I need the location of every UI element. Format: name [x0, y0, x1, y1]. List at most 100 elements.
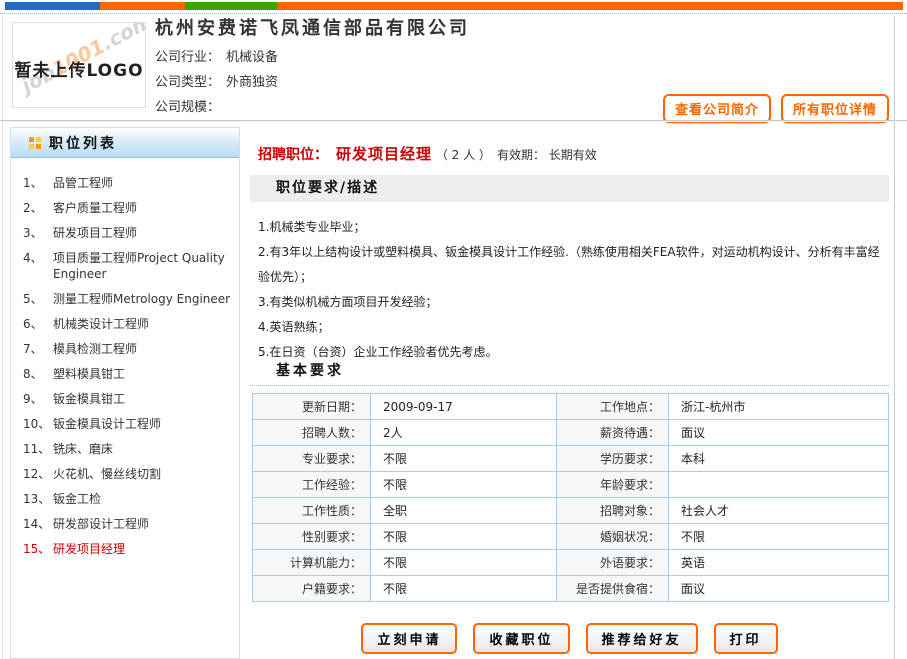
- table-row: 招聘人数： 2人 薪资待遇： 面议: [253, 420, 889, 446]
- description-line: 1.机械类专业毕业；: [258, 215, 880, 240]
- action-buttons: 立刻申请 收藏职位 推荐给好友 打印: [250, 623, 889, 654]
- description-line: 5.在日资（台资）企业工作经验者优先考虑。: [258, 340, 880, 365]
- major-value: 不限: [371, 446, 557, 472]
- top-color-bar: [5, 2, 903, 10]
- header-divider: [0, 120, 907, 122]
- basic-requirements-title: 基本要求: [276, 360, 344, 380]
- recruit-target-label: 招聘对象：: [557, 498, 669, 524]
- company-name: 杭州安费诺飞凤通信部品有限公司: [155, 14, 470, 40]
- job-header-line: 招聘职位： 研发项目经理 （ 2 人 ） 有效期： 长期有效: [258, 143, 597, 164]
- education-value: 本科: [669, 446, 889, 472]
- all-jobs-detail-button[interactable]: 所有职位详情: [781, 94, 889, 123]
- sidebar-job-item-9[interactable]: 9、钣金模具钳工: [23, 387, 233, 412]
- job-list-sidebar: 职位列表 1、品管工程师 2、客户质量工程师 3、研发项目工程师 4、项目质量工…: [10, 127, 240, 659]
- apply-now-button[interactable]: 立刻申请: [361, 623, 457, 654]
- sidebar-job-item-12[interactable]: 12、火花机、慢丝线切割: [23, 462, 233, 487]
- company-size-row: 公司规模：: [155, 96, 226, 115]
- experience-label: 工作经验：: [253, 472, 371, 498]
- update-date-label: 更新日期：: [253, 394, 371, 420]
- sidebar-job-item-10[interactable]: 10、钣金模具设计工程师: [23, 412, 233, 437]
- job-requirements-section-title: 职位要求/描述: [250, 175, 889, 202]
- major-label: 专业要求：: [253, 446, 371, 472]
- job-headcount: （ 2 人 ）: [436, 148, 491, 162]
- job-nature-label: 工作性质：: [253, 498, 371, 524]
- marital-label: 婚姻状况：: [557, 524, 669, 550]
- table-row: 专业要求： 不限 学历要求： 本科: [253, 446, 889, 472]
- table-row: 更新日期： 2009-09-17 工作地点： 浙江-杭州市: [253, 394, 889, 420]
- work-location-label: 工作地点：: [557, 394, 669, 420]
- update-date-value: 2009-09-17: [371, 394, 557, 420]
- salary-value: 面议: [669, 420, 889, 446]
- recommend-friend-button[interactable]: 推荐给好友: [586, 623, 698, 654]
- description-line: 3.有类似机械方面项目开发经验；: [258, 290, 880, 315]
- gender-value: 不限: [371, 524, 557, 550]
- sidebar-job-item-1[interactable]: 1、品管工程师: [23, 171, 233, 196]
- foreign-language-label: 外语要求：: [557, 550, 669, 576]
- company-type-label: 公司类型：: [155, 75, 220, 90]
- table-row: 户籍要求： 不限 是否提供食宿： 面议: [253, 576, 889, 602]
- company-type-value: 外商独资: [226, 75, 278, 90]
- gender-label: 性别要求：: [253, 524, 371, 550]
- residency-value: 不限: [371, 576, 557, 602]
- age-label: 年龄要求：: [557, 472, 669, 498]
- validity-label: 有效期：: [497, 148, 545, 162]
- table-row: 性别要求： 不限 婚姻状况： 不限: [253, 524, 889, 550]
- experience-value: 不限: [371, 472, 557, 498]
- view-company-intro-button[interactable]: 查看公司简介: [663, 94, 771, 123]
- topbar-orange-segment: [100, 2, 185, 10]
- table-row: 工作经验： 不限 年龄要求：: [253, 472, 889, 498]
- recruit-position-label: 招聘职位：: [258, 147, 328, 163]
- company-industry-row: 公司行业： 机械设备: [155, 46, 278, 65]
- recruit-target-value: 社会人才: [669, 498, 889, 524]
- sidebar-job-item-8[interactable]: 8、塑料模具钳工: [23, 362, 233, 387]
- job-list-header: 职位列表: [11, 128, 239, 158]
- sidebar-job-item-15-active[interactable]: 15、研发项目经理: [23, 537, 233, 562]
- job-description: 1.机械类专业毕业； 2.有3年以上结构设计或塑料模具、钣金模具设计工作经验.（…: [258, 215, 880, 365]
- job-title: 研发项目经理: [336, 145, 432, 163]
- company-size-label: 公司规模：: [155, 100, 220, 115]
- computer-skill-value: 不限: [371, 550, 557, 576]
- sidebar-job-item-11[interactable]: 11、铣床、磨床: [23, 437, 233, 462]
- job-list: 1、品管工程师 2、客户质量工程师 3、研发项目工程师 4、项目质量工程师Pro…: [11, 158, 239, 562]
- sidebar-job-item-13[interactable]: 13、钣金工检: [23, 487, 233, 512]
- company-industry-value: 机械设备: [226, 50, 278, 65]
- page-right-border: [894, 16, 895, 659]
- logo-placeholder-text: 暂未上传LOGO: [13, 56, 145, 81]
- sidebar-job-item-7[interactable]: 7、模具检测工程师: [23, 337, 233, 362]
- age-value: [669, 472, 889, 498]
- topbar-blue-segment: [5, 2, 100, 10]
- headcount-value: 2人: [371, 420, 557, 446]
- board-lodging-label: 是否提供食宿：: [557, 576, 669, 602]
- description-line: 2.有3年以上结构设计或塑料模具、钣金模具设计工作经验.（熟练使用相关FEA软件…: [258, 240, 880, 290]
- sidebar-job-item-2[interactable]: 2、客户质量工程师: [23, 196, 233, 221]
- topbar-green-segment: [185, 2, 277, 10]
- job-list-title: 职位列表: [49, 133, 117, 153]
- sidebar-job-item-6[interactable]: 6、机械类设计工程师: [23, 312, 233, 337]
- foreign-language-value: 英语: [669, 550, 889, 576]
- table-row: 工作性质： 全职 招聘对象： 社会人才: [253, 498, 889, 524]
- basic-requirements-divider: [250, 385, 889, 386]
- basic-requirements-table: 更新日期： 2009-09-17 工作地点： 浙江-杭州市 招聘人数： 2人 薪…: [252, 393, 889, 602]
- computer-skill-label: 计算机能力：: [253, 550, 371, 576]
- company-type-row: 公司类型： 外商独资: [155, 71, 278, 90]
- sidebar-job-item-5[interactable]: 5、测量工程师Metrology Engineer: [23, 287, 233, 312]
- validity-value: 长期有效: [549, 148, 597, 162]
- sidebar-job-item-3[interactable]: 3、研发项目工程师: [23, 221, 233, 246]
- marital-value: 不限: [669, 524, 889, 550]
- sidebar-job-item-14[interactable]: 14、研发部设计工程师: [23, 512, 233, 537]
- residency-label: 户籍要求：: [253, 576, 371, 602]
- job-nature-value: 全职: [371, 498, 557, 524]
- education-label: 学历要求：: [557, 446, 669, 472]
- grid-icon: [29, 137, 41, 149]
- header-buttons: 查看公司简介 所有职位详情: [663, 94, 889, 123]
- print-button[interactable]: 打印: [714, 623, 778, 654]
- page-left-border: [2, 16, 3, 659]
- favorite-job-button[interactable]: 收藏职位: [473, 623, 569, 654]
- salary-label: 薪资待遇：: [557, 420, 669, 446]
- headcount-label: 招聘人数：: [253, 420, 371, 446]
- company-logo-placeholder: job1001.com 暂未上传LOGO: [12, 22, 146, 108]
- topbar-orange-segment-long: [277, 2, 903, 10]
- sidebar-job-item-4[interactable]: 4、项目质量工程师Project Quality Engineer: [23, 246, 233, 287]
- company-industry-label: 公司行业：: [155, 50, 220, 65]
- board-lodging-value: 面议: [669, 576, 889, 602]
